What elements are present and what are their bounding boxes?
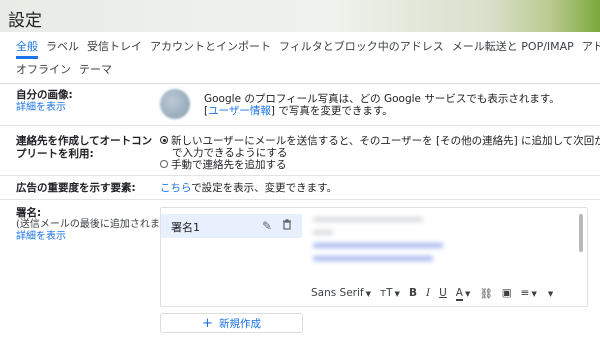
radio-selected-icon[interactable]	[160, 136, 168, 144]
settings-header: 設定	[0, 0, 600, 32]
ads-label: 広告の重要度を示す要素:	[16, 182, 136, 194]
tab-row-2: オフライン テーマ	[16, 61, 120, 82]
tab-forwarding[interactable]: メール転送と POP/IMAP	[452, 38, 574, 59]
signature-panel: 署名1 ✎ Sans Serif ▼ ᴛT ▼ B I U A ▼ ⛓ ▣ ≡ ▼ ▼	[160, 207, 588, 307]
avatar	[160, 89, 190, 119]
more-formatting-icon[interactable]: ▼	[546, 287, 553, 299]
signature-sub: (送信メールの最後に追加されます)	[16, 219, 174, 230]
tab-accounts[interactable]: アカウントとインポート	[150, 38, 271, 59]
tab-inbox[interactable]: 受信トレイ	[87, 38, 142, 59]
signature-editor[interactable]: Sans Serif ▼ ᴛT ▼ B I U A ▼ ⛓ ▣ ≡ ▼ ▼	[307, 208, 589, 308]
user-info-link[interactable]: ユーザー情報	[208, 105, 271, 117]
text-color-icon[interactable]: A ▼	[455, 287, 470, 301]
font-size-icon[interactable]: ᴛT ▼	[380, 287, 400, 299]
link-icon[interactable]: ⛓	[479, 287, 492, 300]
autocomplete-option-manual[interactable]: 手動で連絡先を追加する	[160, 159, 287, 172]
tab-filters[interactable]: フィルタとブロック中のアドレス	[279, 38, 444, 59]
font-family-select[interactable]: Sans Serif ▼	[311, 287, 371, 299]
editor-scrollbar[interactable]	[579, 214, 583, 252]
tab-addons[interactable]: アドオン	[582, 38, 600, 59]
picture-change-text: [ユーザー情報] で写真を変更できます。	[204, 105, 393, 117]
autocomplete-label: 連絡先を作成してオートコン プリートを利用:	[16, 135, 153, 160]
ads-settings-link[interactable]: こちら	[160, 182, 191, 194]
create-new-button[interactable]: + 新規作成	[160, 313, 303, 333]
italic-icon[interactable]: I	[426, 287, 430, 299]
underline-icon[interactable]: U	[439, 287, 447, 299]
signature-learn-more-link[interactable]: 詳細を表示	[16, 231, 66, 243]
tab-general[interactable]: 全般	[16, 38, 38, 59]
settings-tabs: 全般 ラベル 受信トレイ アカウントとインポート フィルタとブロック中のアドレス…	[0, 32, 600, 84]
format-toolbar: Sans Serif ▼ ᴛT ▼ B I U A ▼ ⛓ ▣ ≡ ▼ ▼	[307, 280, 589, 306]
bold-icon[interactable]: B	[409, 287, 417, 299]
plus-icon: +	[202, 315, 213, 331]
signature-name: 署名1	[171, 221, 200, 234]
delete-icon[interactable]	[282, 219, 292, 233]
radio-unselected-icon[interactable]	[160, 160, 168, 168]
setting-row-picture: 自分の画像: 詳細を表示 Google のプロフィール写真は、どの Google…	[0, 84, 600, 126]
align-icon[interactable]: ≡ ▼	[521, 287, 537, 299]
tab-row-1: 全般 ラベル 受信トレイ アカウントとインポート フィルタとブロック中のアドレス…	[16, 38, 600, 59]
setting-row-ads: 広告の重要度を示す要素: こちらで設定を表示、変更できます。	[0, 176, 600, 200]
picture-learn-more-link[interactable]: 詳細を表示	[16, 102, 66, 114]
tab-themes[interactable]: テーマ	[79, 61, 112, 82]
edit-icon[interactable]: ✎	[262, 219, 272, 233]
ads-text: こちらで設定を表示、変更できます。	[160, 182, 338, 194]
picture-label: 自分の画像:	[16, 89, 73, 101]
page-title: 設定	[8, 11, 42, 31]
signature-item[interactable]: 署名1 ✎	[161, 214, 302, 238]
tab-offline[interactable]: オフライン	[16, 61, 71, 82]
create-new-label: 新規作成	[218, 317, 261, 330]
tab-labels[interactable]: ラベル	[46, 38, 79, 59]
image-icon[interactable]: ▣	[502, 287, 512, 299]
setting-row-autocomplete: 連絡先を作成してオートコン プリートを利用: 新しいユーザーにメールを送信すると、…	[0, 126, 600, 176]
